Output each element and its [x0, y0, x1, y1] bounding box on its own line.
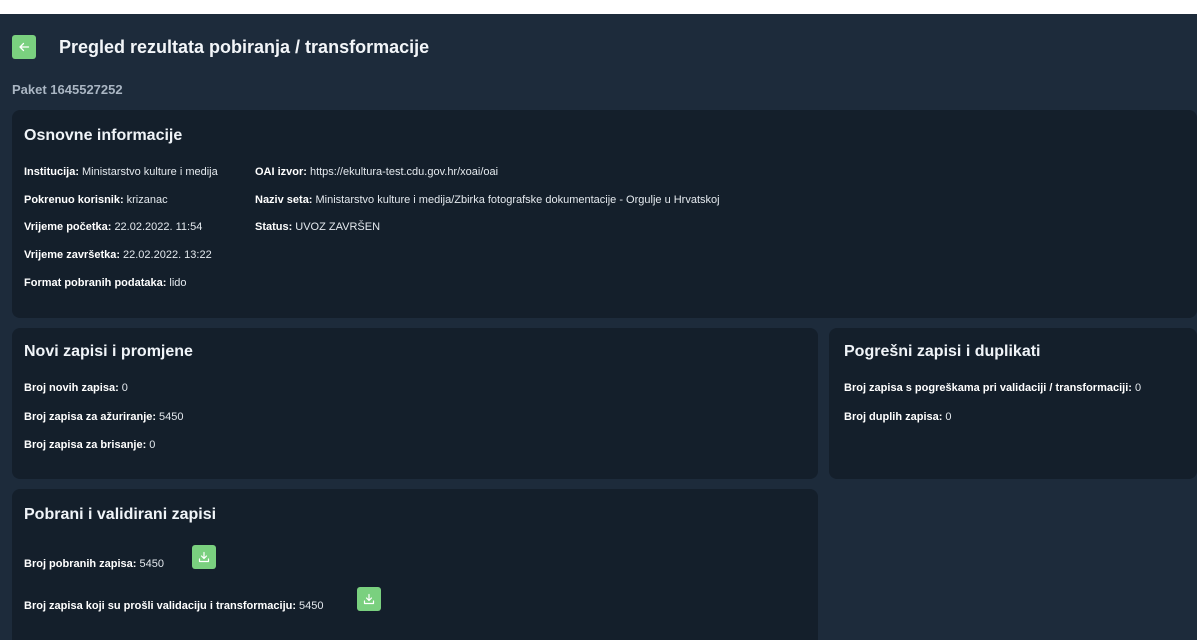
top-strip: [0, 0, 1197, 14]
duplicate-records-value: 0: [945, 411, 952, 423]
arrow-left-icon: [19, 42, 30, 52]
format-label: Format pobranih podataka:: [24, 277, 167, 289]
set-name-label: Naziv seta:: [255, 194, 313, 206]
package-subtitle: Paket 1645527252: [12, 82, 123, 97]
harvested-title: Pobrani i validirani zapisi: [24, 506, 217, 523]
format-field: Format pobranih podataka: lido: [24, 277, 187, 289]
download-validated-button[interactable]: [357, 587, 381, 611]
new-records-value: 0: [121, 382, 128, 394]
user-field: Pokrenuo korisnik: krizanac: [24, 194, 168, 206]
invalid-records-field: Broj zapisa s pogreškama pri validaciji …: [844, 382, 1141, 394]
delete-records-field: Broj zapisa za brisanje: 0: [24, 439, 155, 451]
page: Pregled rezultata pobiranja / transforma…: [0, 0, 1197, 640]
update-records-label: Broj zapisa za ažuriranje:: [24, 411, 157, 423]
status-field: Status: UVOZ ZAVRŠEN: [255, 221, 380, 233]
institution-field: Institucija: Ministarstvo kulture i medi…: [24, 166, 218, 178]
basic-info-title: Osnovne informacije: [24, 127, 183, 144]
status-label: Status:: [255, 221, 293, 233]
harvested-records-field: Broj pobranih zapisa: 5450: [24, 558, 164, 570]
invalid-records-label: Broj zapisa s pogreškama pri validaciji …: [844, 382, 1132, 394]
new-records-field: Broj novih zapisa: 0: [24, 382, 128, 394]
harvested-records-value: 5450: [139, 558, 164, 570]
delete-records-label: Broj zapisa za brisanje:: [24, 439, 147, 451]
oai-source-field: OAI izvor: https://ekultura-test.cdu.gov…: [255, 166, 498, 178]
user-label: Pokrenuo korisnik:: [24, 194, 124, 206]
harvested-card: Pobrani i validirani zapisi Broj pobrani…: [12, 489, 818, 640]
status-value: UVOZ ZAVRŠEN: [295, 221, 381, 233]
duplicate-records-label: Broj duplih zapisa:: [844, 411, 943, 423]
institution-label: Institucija:: [24, 166, 80, 178]
errors-card: Pogrešni zapisi i duplikati Broj zapisa …: [829, 328, 1197, 479]
download-icon: [363, 593, 375, 605]
validated-records-value: 5450: [299, 600, 324, 612]
validated-records-field: Broj zapisa koji su prošli validaciju i …: [24, 600, 324, 612]
harvested-records-label: Broj pobranih zapisa:: [24, 558, 137, 570]
start-time-value: 22.02.2022. 11:54: [114, 221, 203, 233]
invalid-records-value: 0: [1134, 382, 1142, 394]
update-records-value: 5450: [159, 411, 184, 423]
back-button[interactable]: [12, 35, 36, 59]
institution-value: Ministarstvo kulture i medija: [82, 166, 218, 178]
download-harvested-button[interactable]: [192, 545, 216, 569]
validated-records-label: Broj zapisa koji su prošli validaciju i …: [24, 600, 297, 612]
update-records-field: Broj zapisa za ažuriranje: 5450: [24, 411, 184, 423]
end-time-value: 22.02.2022. 13:22: [123, 249, 212, 261]
start-time-field: Vrijeme početka: 22.02.2022. 11:54: [24, 221, 202, 233]
page-title: Pregled rezultata pobiranja / transforma…: [59, 36, 430, 57]
errors-title: Pogrešni zapisi i duplikati: [844, 343, 1041, 360]
new-records-title: Novi zapisi i promjene: [24, 343, 193, 360]
oai-source-label: OAI izvor:: [255, 166, 307, 178]
delete-records-value: 0: [149, 439, 156, 451]
set-name-field: Naziv seta: Ministarstvo kulture i medij…: [255, 194, 720, 206]
new-records-label: Broj novih zapisa:: [24, 382, 119, 394]
user-value: krizanac: [126, 194, 168, 206]
download-icon: [198, 551, 210, 563]
page-header: Pregled rezultata pobiranja / transforma…: [12, 32, 429, 62]
oai-source-value: https://ekultura-test.cdu.gov.hr/xoai/oa…: [309, 166, 499, 178]
end-time-label: Vrijeme završetka:: [24, 249, 121, 261]
end-time-field: Vrijeme završetka: 22.02.2022. 13:22: [24, 249, 212, 261]
start-time-label: Vrijeme početka:: [24, 221, 112, 233]
set-name-value: Ministarstvo kulture i medija/Zbirka fot…: [315, 194, 720, 206]
format-value: lido: [169, 277, 187, 289]
basic-info-card: Osnovne informacije Institucija: Minista…: [12, 110, 1197, 318]
new-records-card: Novi zapisi i promjene Broj novih zapisa…: [12, 328, 818, 479]
duplicate-records-field: Broj duplih zapisa: 0: [844, 411, 952, 423]
